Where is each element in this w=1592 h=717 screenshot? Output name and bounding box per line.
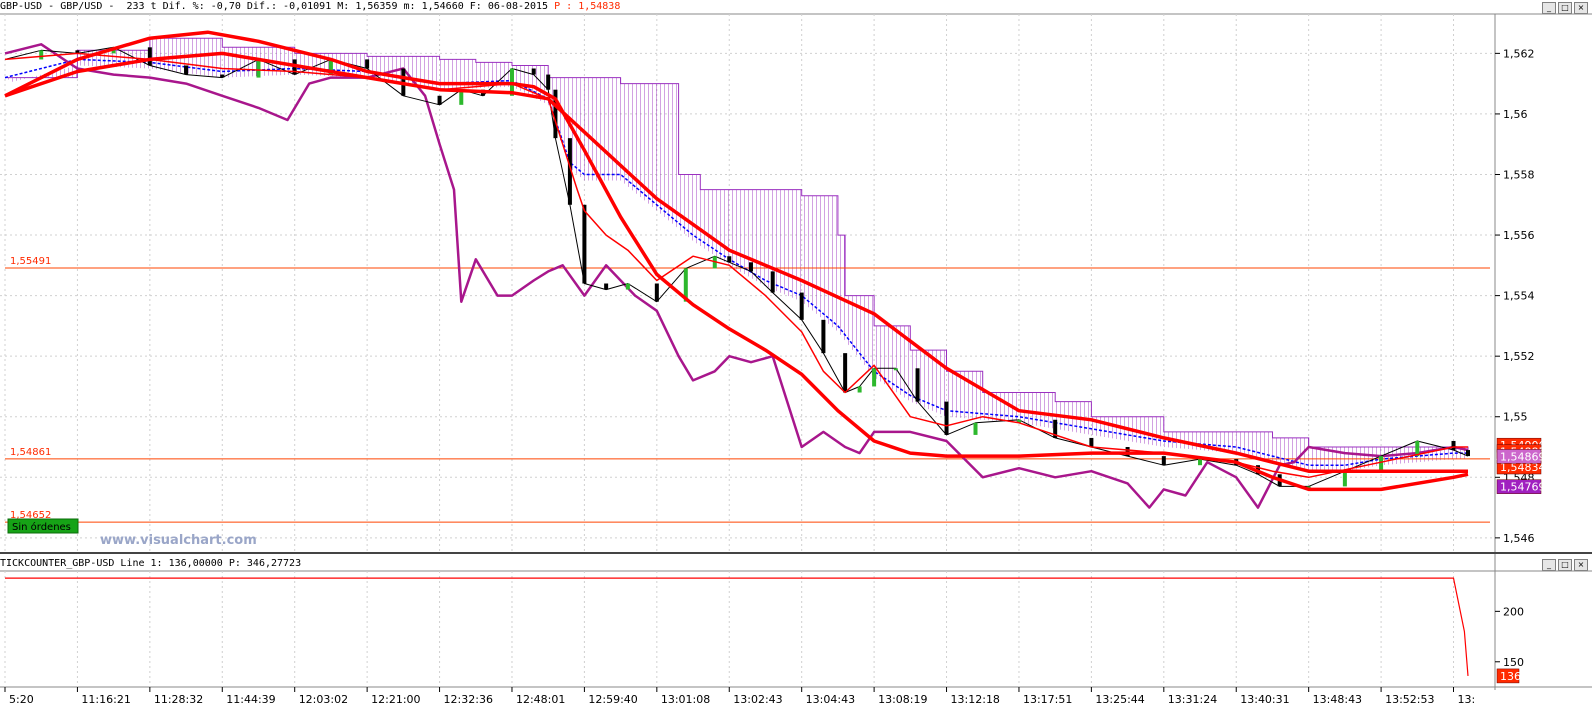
candle — [748, 262, 753, 272]
level-label: 1,55491 — [10, 256, 51, 267]
x-tick-label: 12:03:02 — [299, 693, 348, 706]
candle — [1089, 437, 1094, 448]
y-tick-label: 1,562 — [1503, 47, 1535, 60]
x-tick-label: 11:44:39 — [226, 693, 275, 706]
candle — [727, 256, 732, 263]
candle — [973, 422, 978, 435]
y-tick-label: 1,554 — [1503, 290, 1535, 303]
x-tick-label: 13:04:43 — [806, 693, 855, 706]
series-tickcounter — [5, 577, 1469, 676]
tickcounter-panel: 136 — [5, 577, 1521, 684]
x-tick-label: 5:20 — [9, 693, 34, 706]
y-axis: 1,5621,561,5581,5561,5541,5521,551,5481,… — [1495, 47, 1535, 669]
candle — [437, 95, 442, 105]
x-tick-label: 13:08:19 — [878, 693, 927, 706]
watermark: www.visualchart.com — [100, 533, 257, 548]
price-tag-label: 1,54769 — [1500, 481, 1546, 494]
y-tick-label: 1,56 — [1503, 108, 1528, 121]
y-tick-label: 1,546 — [1503, 532, 1535, 545]
candle — [872, 368, 877, 387]
y-tick-label: 200 — [1503, 605, 1524, 618]
candle — [654, 283, 659, 302]
candle — [821, 319, 826, 354]
candle — [1198, 459, 1203, 466]
y-tick-label: 1,558 — [1503, 168, 1535, 181]
candle — [625, 283, 630, 290]
x-tick-label: 13:01:08 — [661, 693, 710, 706]
candle — [1342, 471, 1347, 487]
candle — [256, 59, 261, 78]
candle — [184, 65, 189, 75]
candle — [893, 368, 898, 371]
x-tick-label: 12:21:00 — [371, 693, 420, 706]
level-label: 1,54861 — [10, 447, 51, 458]
orders-badge[interactable]: Sin órdenes — [7, 518, 79, 534]
x-tick-label: 13:02:43 — [733, 693, 782, 706]
sub-tag-label: 136 — [1500, 670, 1521, 683]
horizontal-levels: 1,554911,548611,54652 — [5, 256, 1490, 523]
y-tick-label: 1,552 — [1503, 350, 1535, 363]
x-tick-label: 12:32:36 — [444, 693, 493, 706]
x-tick-label: 11:16:21 — [81, 693, 130, 706]
candle — [365, 59, 370, 69]
x-tick-label: 13:48:43 — [1313, 693, 1362, 706]
candle — [1161, 456, 1166, 466]
x-axis: 5:20 11:16:21 11:28:32 11:44:39 12:03:02 12:2… — [4, 687, 1476, 706]
y-tick-label: 1,55 — [1503, 411, 1528, 424]
candle — [582, 204, 587, 284]
candle — [220, 74, 225, 78]
x-tick-label: 11:28:32 — [154, 693, 203, 706]
candle — [1466, 450, 1470, 457]
x-tick-label: 13:52:53 — [1385, 693, 1434, 706]
candle — [944, 401, 949, 435]
x-tick-label: 13:25:44 — [1095, 693, 1144, 706]
candle — [1379, 456, 1384, 472]
grid — [0, 14, 1495, 687]
price-chart[interactable]: 1,554911,548611,54652 1,5621,561,5581,55… — [0, 0, 1592, 717]
candle — [915, 368, 920, 402]
price-tag-label: 1,54869 — [1500, 450, 1546, 463]
candle — [770, 271, 775, 293]
candle — [39, 50, 44, 60]
x-tick-label: 13: — [1458, 693, 1476, 706]
orders-badge-label: Sin órdenes — [12, 521, 71, 533]
candle — [147, 47, 152, 66]
x-tick-label: 12:48:01 — [516, 693, 565, 706]
y-tick-label: 1,556 — [1503, 229, 1535, 242]
candle — [857, 386, 862, 393]
x-tick-label: 12:59:40 — [588, 693, 637, 706]
x-tick-label: 13:17:51 — [1023, 693, 1072, 706]
candle — [843, 353, 848, 393]
x-tick-label: 13:40:31 — [1240, 693, 1289, 706]
price-tags: 1,549061,548341,548851,548691,54769 — [1496, 437, 1546, 494]
candle — [531, 68, 536, 75]
y-tick-label: 150 — [1503, 656, 1524, 669]
candle — [546, 74, 551, 90]
candle — [604, 283, 609, 290]
candle — [1451, 440, 1456, 451]
candle — [799, 292, 804, 320]
x-tick-label: 13:31:24 — [1168, 693, 1217, 706]
x-tick-label: 13:12:18 — [951, 693, 1000, 706]
chart-frame — [0, 13, 1592, 690]
